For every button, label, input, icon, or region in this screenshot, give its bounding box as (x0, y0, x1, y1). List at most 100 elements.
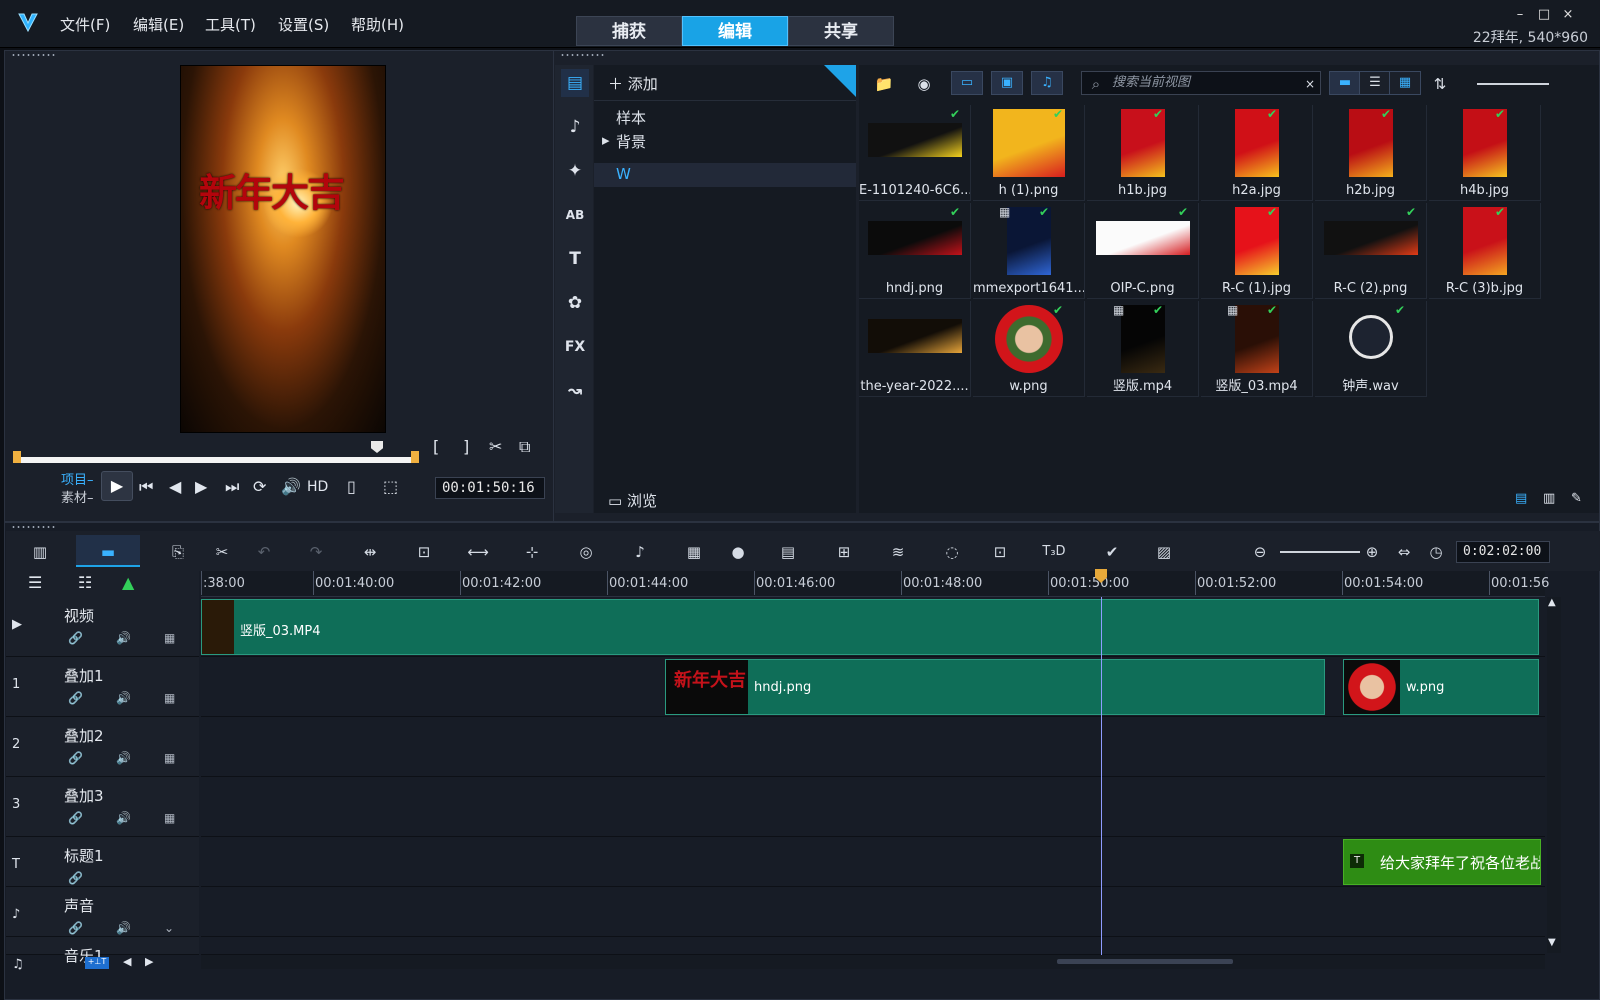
sort-icon[interactable]: ⇅ (1429, 73, 1451, 95)
media-thumbnail[interactable]: ✔ R-C (2).png (1315, 203, 1427, 299)
split-screen-icon[interactable]: ⊞ (832, 540, 856, 564)
chapter-icon[interactable]: ▨ (1152, 540, 1176, 564)
record-screen-icon[interactable]: ⊡ (412, 540, 436, 564)
prev-frame-icon[interactable]: ◀ (169, 477, 181, 496)
track-header[interactable]: ♪ 声音 🔗 🔊 ⌄ (6, 887, 199, 937)
video-clip[interactable]: 竖版_03.MP4 (201, 599, 1539, 655)
tools-icon[interactable]: ✂ (210, 540, 234, 564)
media-thumbnail[interactable]: ✔ h2a.jpg (1201, 105, 1313, 201)
voice-track-lane[interactable] (201, 887, 1545, 937)
fx-icon[interactable]: FX (561, 333, 589, 361)
close-button[interactable]: × (1560, 8, 1576, 22)
mask-icon[interactable]: ◌ (940, 540, 964, 564)
media-thumbnail[interactable]: ✔ ▦ mmexport1641... (973, 203, 1085, 299)
trim-icon[interactable]: ⊹ (520, 540, 544, 564)
overlay2-track-lane[interactable] (201, 717, 1545, 777)
track-header[interactable]: 2 叠加2 🔗 🔊 ▦ (6, 717, 199, 777)
scrubber-head[interactable] (371, 441, 383, 453)
maximize-button[interactable]: □ (1536, 8, 1552, 22)
scroll-left-icon[interactable]: ◀ (123, 955, 131, 968)
add-track-icon[interactable]: ☷ (78, 573, 92, 592)
track-header[interactable]: ▶ 视频 🔗 🔊 ▦ (6, 597, 199, 657)
media-thumbnail[interactable]: ✔ h2b.jpg (1315, 105, 1427, 201)
blend-icon[interactable]: ● (726, 540, 750, 564)
menu-edit[interactable]: 编辑(E) (133, 14, 184, 35)
timeline-view-icon[interactable]: ▬ (96, 540, 120, 564)
go-start-icon[interactable]: ⏮ (139, 477, 153, 497)
undo-icon[interactable]: ↶ (252, 540, 276, 564)
grid-icon[interactable]: ▦ (164, 631, 175, 645)
overlay1-track-lane[interactable]: 新年大吉 hndj.png w.png (201, 657, 1545, 717)
search-input[interactable]: 搜索当前视图 (1081, 71, 1321, 95)
media-thumbnail[interactable]: the-year-2022.... (859, 301, 971, 397)
media-thumbnail[interactable]: ✔ R-C (1).jpg (1201, 203, 1313, 299)
expand-arrow-icon[interactable]: ▸ (602, 131, 610, 149)
tab-share[interactable]: 共享 (788, 16, 894, 46)
show-audio-toggle[interactable]: ♫ (1031, 71, 1063, 95)
multicam-icon[interactable]: ▦ (682, 540, 706, 564)
time-ruler[interactable]: :38:00 00:01:40:00 00:01:42:00 00:01:44:00 0… (201, 571, 1549, 597)
show-photo-toggle[interactable]: ▣ (991, 71, 1023, 95)
timeline-vertical-scrollbar[interactable]: ▲ ▼ (1547, 597, 1561, 953)
scrollbar-thumb[interactable] (1057, 959, 1233, 964)
split-clip-icon[interactable]: ✂ (489, 437, 502, 456)
chapter-marker-icon[interactable]: ▲ (122, 573, 134, 592)
thumb-view-button[interactable]: ▬ (1329, 71, 1361, 95)
show-library-icon[interactable]: ▤ (1515, 491, 1527, 506)
folder-w[interactable]: W (616, 165, 631, 183)
grid-icon[interactable]: ▦ (164, 691, 175, 705)
preview-window[interactable]: 新年大吉 (180, 65, 386, 433)
path-icon[interactable]: ↝ (561, 377, 589, 405)
menu-help[interactable]: 帮助(H) (351, 14, 404, 35)
track-volume-icon[interactable]: 🔊 (116, 751, 131, 765)
copy-attribute-icon[interactable]: ⎘ (166, 540, 190, 564)
mark-out-icon[interactable]: ] (463, 437, 469, 456)
link-icon[interactable]: 🔗 (68, 751, 83, 765)
timecode-field[interactable]: 00:01:50:16 (435, 477, 545, 499)
track-header[interactable]: ♫ 音乐1 (6, 937, 199, 972)
auto-music-icon[interactable]: ✔ (1100, 540, 1124, 564)
play-button[interactable]: ▶ (101, 471, 133, 501)
volume-icon[interactable]: 🔊 (281, 477, 301, 496)
tab-edit[interactable]: 编辑 (682, 16, 788, 46)
folder-background[interactable]: 背景 (616, 131, 646, 152)
fit-window-icon[interactable]: ⇔ (1392, 540, 1416, 564)
show-video-toggle[interactable]: ▭ (951, 71, 983, 95)
menu-file[interactable]: 文件(F) (60, 14, 110, 35)
media-thumbnail[interactable]: ✔ h1b.jpg (1087, 105, 1199, 201)
title-icon[interactable]: T (561, 245, 589, 273)
timeline-zoom-slider[interactable] (1280, 551, 1360, 553)
effect-icon[interactable]: ✦ (561, 157, 589, 185)
repeat-icon[interactable]: ⟳ (253, 477, 266, 496)
scroll-right-icon[interactable]: ▶ (145, 955, 153, 968)
transition-icon[interactable]: ♪ (561, 113, 589, 141)
project-duration-field[interactable]: 0:02:02:00 (1456, 541, 1550, 563)
project-mode-label[interactable]: 项目– (61, 469, 94, 488)
link-icon[interactable]: 🔗 (68, 691, 83, 705)
safe-area-icon[interactable]: ⬚ (383, 477, 398, 496)
device-preview-icon[interactable]: ▯ (347, 477, 356, 496)
media-thumbnail[interactable]: ✔ R-C (3)b.jpg (1429, 203, 1541, 299)
audio-mix-icon[interactable]: ♪ (628, 540, 652, 564)
title-track-lane[interactable]: T 给大家拜年了祝各位老战 (201, 837, 1545, 887)
zoom-in-icon[interactable]: ⊕ (1360, 540, 1384, 564)
video-track-lane[interactable]: 竖版_03.MP4 (201, 597, 1545, 657)
browse-button[interactable]: ▭ 浏览 (608, 490, 657, 511)
link-icon[interactable]: 🔗 (68, 921, 83, 935)
media-thumbnail[interactable]: ✔ w.png (973, 301, 1085, 397)
filter-icon[interactable]: ✿ (561, 289, 589, 317)
media-icon[interactable]: ▤ (561, 69, 589, 97)
pin-icon[interactable] (824, 65, 856, 97)
fit-project-icon[interactable]: ⇹ (358, 540, 382, 564)
media-thumbnail[interactable]: ✔ E-1101240-6C6... (859, 105, 971, 201)
mark-out-handle[interactable] (411, 451, 419, 463)
panel-grip[interactable] (560, 53, 606, 57)
scroll-up-icon[interactable]: ▲ (1548, 597, 1556, 608)
folder-sample[interactable]: 样本 (616, 107, 646, 128)
storyboard-view-icon[interactable]: ▥ (28, 540, 52, 564)
panel-grip[interactable] (11, 53, 57, 57)
track-manager-icon[interactable]: ☰ (28, 573, 42, 592)
motion-icon[interactable]: ≋ (886, 540, 910, 564)
link-icon[interactable]: 🔗 (68, 631, 83, 645)
overlay-clip-w[interactable]: w.png (1343, 659, 1539, 715)
